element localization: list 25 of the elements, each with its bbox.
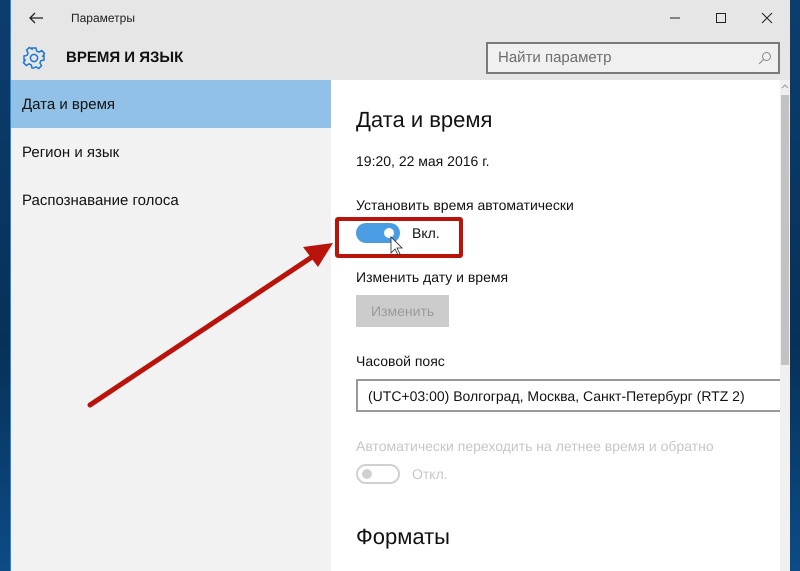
toggle-switch[interactable] — [356, 223, 400, 243]
sidebar-item[interactable]: Распознавание голоса — [11, 176, 331, 224]
page-heading: Дата и время — [356, 107, 494, 133]
settings-icon — [22, 46, 46, 70]
setting-label: Изменить дату и время — [356, 268, 510, 287]
back-icon[interactable] — [29, 12, 43, 24]
setting-label: Автоматически переходить на летнее время и обратно — [356, 437, 715, 456]
current-datetime: 19:20, 22 мая 2016 г. — [356, 152, 490, 171]
search-icon — [758, 50, 772, 64]
section-heading: Форматы — [356, 524, 451, 550]
maximize-icon — [715, 12, 727, 24]
setting-label: Часовой пояс — [356, 352, 446, 371]
window-title: Параметры — [71, 10, 136, 24]
timezone-dropdown[interactable]: (UTC+03:00) Волгоград, Москва, Санкт-Петербург (RTZ 2) — [356, 379, 780, 412]
sidebar-item[interactable]: Регион и язык — [11, 128, 331, 176]
setting-label: Установить время автоматически — [356, 196, 575, 215]
toggle-state: Откл. — [412, 466, 448, 482]
search-field[interactable]: Найти параметр — [486, 42, 780, 74]
section-title: ВРЕМЯ И ЯЗЫК — [66, 49, 184, 66]
pointer-icon — [390, 236, 403, 256]
sidebar-item[interactable]: Дата и время — [11, 80, 331, 128]
scroll-up-icon[interactable] — [781, 83, 789, 89]
close-icon — [761, 12, 773, 24]
scrollbar[interactable] — [780, 80, 790, 571]
toggle-state: Вкл. — [412, 225, 440, 241]
